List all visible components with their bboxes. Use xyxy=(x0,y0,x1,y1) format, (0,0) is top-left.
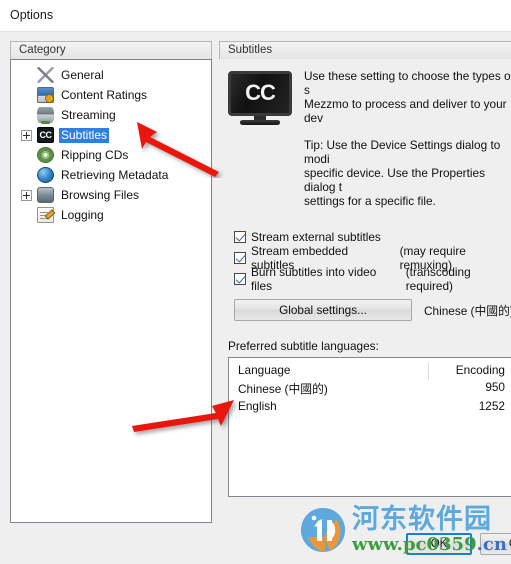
wrench-screwdriver-icon xyxy=(37,67,54,83)
expand-browsing-files-icon[interactable] xyxy=(21,189,32,201)
settings-panel-body: CC Use these setting to choose the types… xyxy=(219,59,511,523)
cell-language: English xyxy=(238,399,277,413)
category-panel-header: Category xyxy=(10,41,212,59)
tree-item-label: Retrieving Metadata xyxy=(61,167,169,182)
tree-item-subtitles[interactable]: Subtitles xyxy=(11,125,211,145)
disc-icon xyxy=(37,147,54,163)
cc-tv-icon: CC xyxy=(228,71,292,127)
tree-item-browsing-files[interactable]: Browsing Files xyxy=(11,185,211,205)
tree-item-label: Content Ratings xyxy=(61,87,148,102)
page-title: Options xyxy=(10,8,54,22)
description-row: CC Use these setting to choose the types… xyxy=(226,69,511,208)
preferred-languages-table[interactable]: Language Encoding Chinese (中國的) 950 Engl… xyxy=(228,357,511,497)
tree-item-label: Ripping CDs xyxy=(61,147,129,162)
description-line: Use these setting to choose the types of… xyxy=(304,69,511,97)
checkbox-row-burn-subtitles[interactable]: Burn subtitles into video files (transco… xyxy=(234,265,511,293)
checkbox-label: Stream external subtitles xyxy=(251,229,381,244)
category-panel: Category General Content Ratings Streami… xyxy=(10,41,212,523)
notepad-pencil-icon xyxy=(37,207,54,223)
monitor-warning-icon xyxy=(37,87,54,103)
expand-subtitles-icon[interactable] xyxy=(21,129,32,141)
global-settings-button[interactable]: Global settings... xyxy=(234,299,412,321)
settings-panel: Subtitles CC Use these setting to choose… xyxy=(219,41,511,523)
expander-placeholder xyxy=(21,210,32,221)
description-line: specific device. Use the Properties dial… xyxy=(304,166,485,194)
ok-button[interactable]: OK xyxy=(406,533,472,555)
globe-icon xyxy=(37,167,54,183)
column-header-language[interactable]: Language xyxy=(229,363,428,380)
cancel-button[interactable]: C xyxy=(480,533,511,555)
table-row[interactable]: English 1252 xyxy=(229,399,511,418)
tree-item-label: Streaming xyxy=(61,107,116,122)
subtitle-options-group: Stream external subtitles Stream embedde… xyxy=(234,226,511,293)
cell-encoding: 950 xyxy=(485,380,505,394)
checkbox-stream-external-subtitles[interactable] xyxy=(234,230,246,243)
description-text: Use these setting to choose the types of… xyxy=(304,69,511,208)
tree-item-label: Logging xyxy=(61,207,104,222)
tree-item-ripping-cds[interactable]: Ripping CDs xyxy=(11,145,211,165)
category-tree[interactable]: General Content Ratings Streaming Subtit… xyxy=(10,59,212,523)
table-row[interactable]: Chinese (中國的) 950 xyxy=(229,380,511,399)
projector-icon xyxy=(37,107,54,124)
description-line: Tip: Use the Device Settings dialog to m… xyxy=(304,138,501,166)
global-settings-row: Global settings... Chinese (中國的), xyxy=(234,299,511,321)
expander-placeholder xyxy=(21,110,32,121)
window-title-bar: Options xyxy=(0,0,511,32)
tree-item-general[interactable]: General xyxy=(11,65,211,85)
table-header-row: Language Encoding xyxy=(229,358,511,380)
column-header-encoding[interactable]: Encoding xyxy=(428,363,511,380)
tree-item-content-ratings[interactable]: Content Ratings xyxy=(11,85,211,105)
tv-screen: CC xyxy=(228,71,292,116)
settings-panel-header: Subtitles xyxy=(219,41,511,59)
expander-placeholder xyxy=(21,170,32,181)
expander-placeholder xyxy=(21,70,32,81)
global-settings-value: Chinese (中國的), xyxy=(424,303,511,318)
checkbox-label: Burn subtitles into video files xyxy=(251,264,377,293)
tv-base xyxy=(240,120,280,125)
tree-item-label: Subtitles xyxy=(59,127,110,143)
checkbox-note: (transcoding required) xyxy=(405,264,471,293)
tree-item-logging[interactable]: Logging xyxy=(11,205,211,225)
description-line: settings for a specific file. xyxy=(304,194,436,208)
tv-cc-label: CC xyxy=(245,80,276,105)
cell-encoding: 1252 xyxy=(478,399,505,413)
cell-language: Chinese (中國的) xyxy=(238,382,328,396)
tree-item-streaming[interactable]: Streaming xyxy=(11,105,211,125)
description-line: Mezzmo to process and deliver to your de… xyxy=(304,97,507,125)
expander-placeholder xyxy=(21,90,32,101)
watermark-url-part1: www. xyxy=(352,534,403,555)
expander-placeholder xyxy=(21,150,32,161)
preferred-languages-label: Preferred subtitle languages: xyxy=(228,339,379,353)
tree-item-retrieving-metadata[interactable]: Retrieving Metadata xyxy=(11,165,211,185)
tree-item-label: Browsing Files xyxy=(61,187,140,202)
cc-icon xyxy=(37,127,54,143)
tree-item-label: General xyxy=(61,67,104,82)
checkbox-stream-embedded-subtitles[interactable] xyxy=(234,251,246,264)
server-icon xyxy=(37,187,54,203)
checkbox-burn-subtitles[interactable] xyxy=(234,272,246,285)
